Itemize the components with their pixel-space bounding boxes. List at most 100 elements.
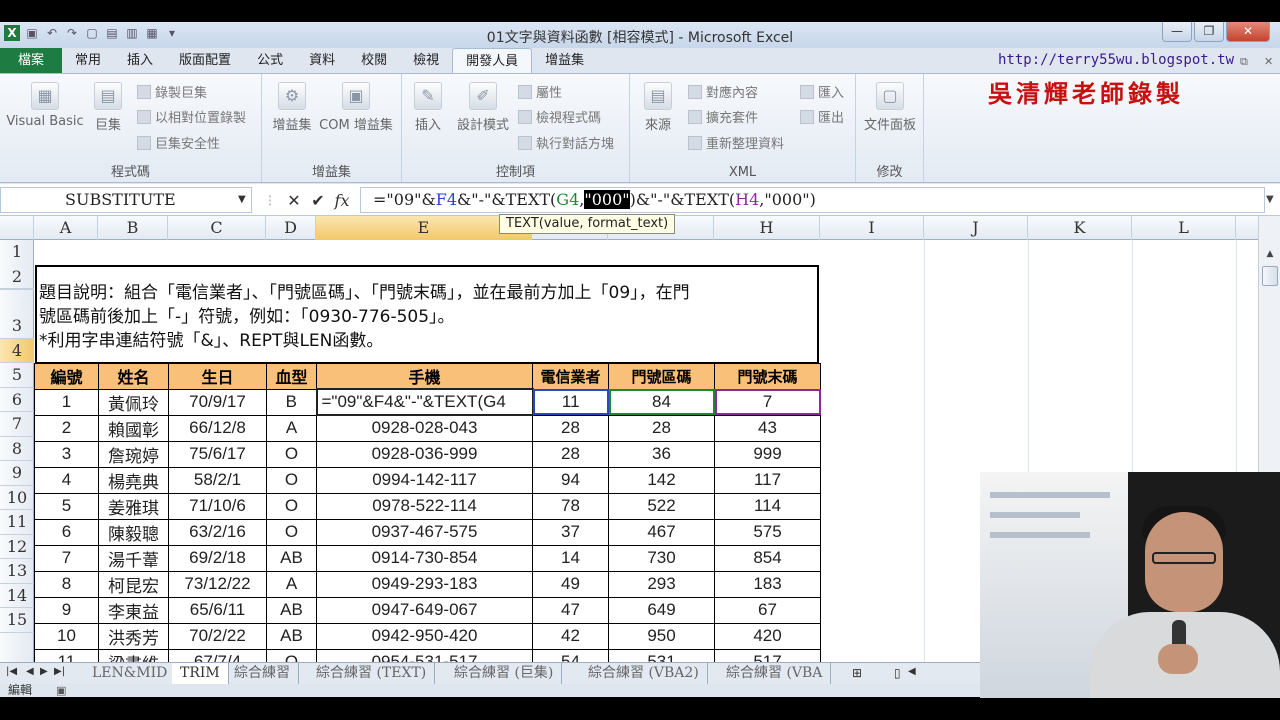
scroll-left-icon[interactable]: ◀ (908, 666, 916, 677)
first-sheet-icon[interactable]: |◀ (6, 666, 17, 677)
properties-button[interactable]: 屬性 (518, 82, 562, 101)
table-cell[interactable]: 0954-531-517 (316, 648, 533, 662)
tab-file[interactable]: 檔案 (0, 48, 63, 73)
row-header[interactable]: 11 (0, 510, 34, 535)
table-cell[interactable]: 0937-467-575 (316, 518, 533, 546)
insert-sheet-icon[interactable]: ⊞ (852, 666, 862, 680)
name-box[interactable]: SUBSTITUTE (0, 187, 252, 213)
row-header[interactable]: 8 (0, 437, 34, 461)
row-header[interactable]: 4 (0, 338, 34, 363)
table-cell[interactable]: 湯千葦 (98, 544, 169, 572)
table-cell[interactable]: 94 (532, 466, 609, 494)
header-cell[interactable]: 電信業者 (532, 363, 609, 390)
table-cell[interactable]: 63/2/16 (168, 518, 267, 546)
table-cell[interactable]: 70/9/17 (168, 388, 267, 416)
tab-home[interactable]: 常用 (62, 48, 114, 73)
header-cell[interactable]: 編號 (34, 363, 99, 390)
header-cell[interactable]: 門號末碼 (714, 363, 821, 390)
table-cell[interactable]: AB (266, 544, 317, 572)
com-addins-button[interactable]: ▣ COM 增益集 (314, 82, 398, 133)
table-cell[interactable]: 姜雅琪 (98, 492, 169, 520)
select-all-button[interactable] (0, 216, 34, 240)
table-cell[interactable]: 84 (608, 388, 715, 416)
tab-page-layout[interactable]: 版面配置 (166, 48, 244, 73)
import-button[interactable]: 匯入 (800, 82, 844, 101)
sheet-tab-active[interactable]: TRIM (172, 663, 229, 684)
table-cell[interactable]: 洪秀芳 (98, 622, 169, 650)
tab-developer[interactable]: 開發人員 (452, 48, 533, 73)
table-cell[interactable]: A (266, 570, 317, 598)
table-cell[interactable]: 14 (532, 544, 609, 572)
row-header[interactable]: 14 (0, 584, 34, 608)
table-cell[interactable]: 43 (714, 414, 821, 442)
row-header[interactable]: 7 (0, 412, 34, 437)
function-tooltip[interactable]: TEXT(value, format_text) (499, 214, 676, 234)
table-cell[interactable]: 5 (34, 492, 99, 520)
table-cell[interactable]: 0994-142-117 (316, 466, 533, 494)
table-cell[interactable]: 65/6/11 (168, 596, 267, 624)
table-cell[interactable]: 54 (532, 648, 609, 662)
table-cell[interactable]: 1 (34, 388, 99, 416)
table-cell[interactable]: 517 (714, 648, 821, 662)
table-cell[interactable]: 47 (532, 596, 609, 624)
macros-button[interactable]: ▤ 巨集 (90, 82, 126, 133)
row-header[interactable]: 13 (0, 559, 34, 584)
table-cell[interactable]: 11 (532, 388, 609, 416)
table-cell[interactable]: AB (266, 622, 317, 650)
tab-insert[interactable]: 插入 (114, 48, 166, 73)
header-cell[interactable]: 手機 (316, 363, 533, 390)
tab-formulas[interactable]: 公式 (244, 48, 296, 73)
table-cell[interactable]: 75/6/17 (168, 440, 267, 468)
sheet-tab[interactable]: 綜合練習 (VBA (718, 663, 832, 684)
table-cell[interactable]: B (266, 388, 317, 416)
export-button[interactable]: 匯出 (800, 107, 844, 126)
table-cell[interactable]: 950 (608, 622, 715, 650)
table-cell[interactable]: 楊堯典 (98, 466, 169, 494)
table-cell[interactable]: 11 (34, 648, 99, 662)
table-cell[interactable]: 73/12/22 (168, 570, 267, 598)
column-header[interactable]: J (924, 216, 1028, 240)
tab-split-handle-icon[interactable]: ▯ (894, 666, 901, 680)
table-cell[interactable]: 575 (714, 518, 821, 546)
relative-reference-button[interactable]: 以相對位置錄製 (137, 107, 246, 126)
table-cell[interactable]: 70/2/22 (168, 622, 267, 650)
column-header[interactable]: A (34, 216, 98, 240)
table-cell[interactable]: 0947-649-067 (316, 596, 533, 624)
table-cell[interactable]: O (266, 492, 317, 520)
insert-control-button[interactable]: ✎ 插入 (408, 82, 448, 133)
row-header[interactable]: 15 (0, 608, 34, 633)
view-code-button[interactable]: 檢視程式碼 (518, 107, 601, 126)
row-header[interactable]: 3 (0, 314, 34, 339)
next-sheet-icon[interactable]: ▶ (40, 666, 48, 677)
enter-formula-button[interactable]: ✔ (306, 191, 330, 210)
table-cell[interactable]: 293 (608, 570, 715, 598)
table-cell[interactable]: 66/12/8 (168, 414, 267, 442)
last-sheet-icon[interactable]: ▶| (54, 666, 65, 677)
workbook-close-icon[interactable]: ✕ (1264, 55, 1273, 68)
expand-formula-bar-icon[interactable]: ▼ (1266, 194, 1274, 205)
xml-source-button[interactable]: ▤ 來源 (636, 82, 680, 133)
table-cell[interactable]: 黃佩玲 (98, 388, 169, 416)
row-header[interactable]: 2 (0, 265, 34, 290)
scroll-thumb[interactable] (1262, 266, 1278, 286)
sheet-tab[interactable]: 綜合練習 (TEXT) (308, 663, 436, 684)
prev-sheet-icon[interactable]: ◀ (26, 666, 34, 677)
row-header[interactable]: 12 (0, 535, 34, 559)
table-cell[interactable]: 649 (608, 596, 715, 624)
table-cell[interactable]: 531 (608, 648, 715, 662)
table-cell[interactable]: 49 (532, 570, 609, 598)
addins-button[interactable]: ⚙ 增益集 (266, 82, 318, 133)
table-cell[interactable]: 0978-522-114 (316, 492, 533, 520)
table-cell[interactable]: 28 (532, 440, 609, 468)
table-cell[interactable]: 0914-730-854 (316, 544, 533, 572)
table-cell[interactable]: O (266, 648, 317, 662)
table-cell[interactable]: 7 (714, 388, 821, 416)
column-header[interactable]: L (1132, 216, 1236, 240)
table-cell[interactable]: 730 (608, 544, 715, 572)
table-cell[interactable]: 42 (532, 622, 609, 650)
table-cell[interactable]: O (266, 466, 317, 494)
map-properties-button[interactable]: 對應內容 (688, 82, 758, 101)
column-header[interactable]: I (820, 216, 924, 240)
table-cell[interactable]: 6 (34, 518, 99, 546)
column-header[interactable]: C (168, 216, 266, 240)
